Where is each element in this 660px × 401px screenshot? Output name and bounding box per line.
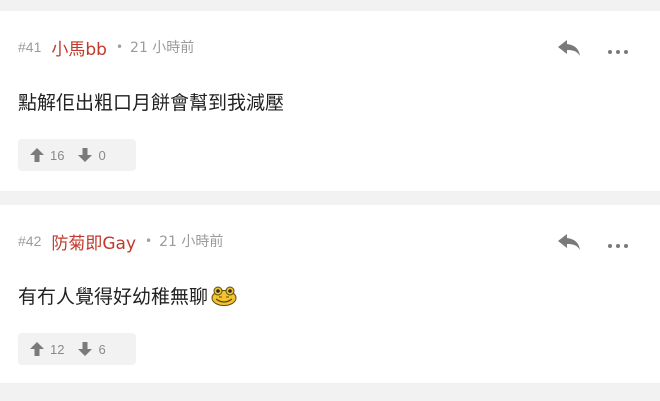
upvote-button[interactable]: 16 <box>30 148 64 163</box>
top-divider <box>0 0 660 11</box>
separator-dot: • <box>145 234 153 248</box>
post-number: #41 <box>18 39 42 55</box>
upvote-button[interactable]: 12 <box>30 342 64 357</box>
post-header: #42 防菊即Gay • 21 小時前 <box>18 229 224 254</box>
timestamp: 21 小時前 <box>130 40 195 56</box>
post-number: #42 <box>18 233 42 249</box>
downvote-button[interactable]: 6 <box>78 341 106 357</box>
upvote-count: 12 <box>50 341 65 357</box>
arrow-down-icon <box>78 148 93 162</box>
more-icon[interactable] <box>607 42 629 54</box>
post-content-text: 點解佢出粗口月餅會幫到我減壓 <box>18 92 285 114</box>
more-icon[interactable] <box>607 236 629 248</box>
username[interactable]: 小馬bb <box>51 35 107 60</box>
post-content: 有冇人覺得好幼稚無聊 <box>18 282 237 309</box>
downvote-count: 6 <box>98 341 106 357</box>
frog-face-emoji-icon <box>211 286 237 306</box>
reply-icon[interactable] <box>557 38 581 58</box>
downvote-button[interactable]: 0 <box>78 147 106 163</box>
reply-icon[interactable] <box>557 232 581 252</box>
upvote-count: 16 <box>50 147 65 163</box>
arrow-up-icon <box>30 342 44 356</box>
post-41: #41 小馬bb • 21 小時前 點解佢出粗口月餅會幫到我減壓 16 0 <box>0 11 660 191</box>
vote-box: 16 0 <box>18 139 136 171</box>
arrow-down-icon <box>78 342 93 356</box>
separator-dot: • <box>115 40 124 54</box>
post-header: #41 小馬bb • 21 小時前 <box>18 35 195 60</box>
username[interactable]: 防菊即Gay <box>51 229 136 254</box>
timestamp: 21 小時前 <box>159 234 224 250</box>
post-content: 點解佢出粗口月餅會幫到我減壓 <box>18 88 284 115</box>
vote-box: 12 6 <box>18 333 136 365</box>
downvote-count: 0 <box>98 147 106 163</box>
post-content-text: 有冇人覺得好幼稚無聊 <box>18 286 209 308</box>
post-42: #42 防菊即Gay • 21 小時前 有冇人覺得好幼稚無聊 12 6 <box>0 205 660 383</box>
arrow-up-icon <box>30 148 44 162</box>
